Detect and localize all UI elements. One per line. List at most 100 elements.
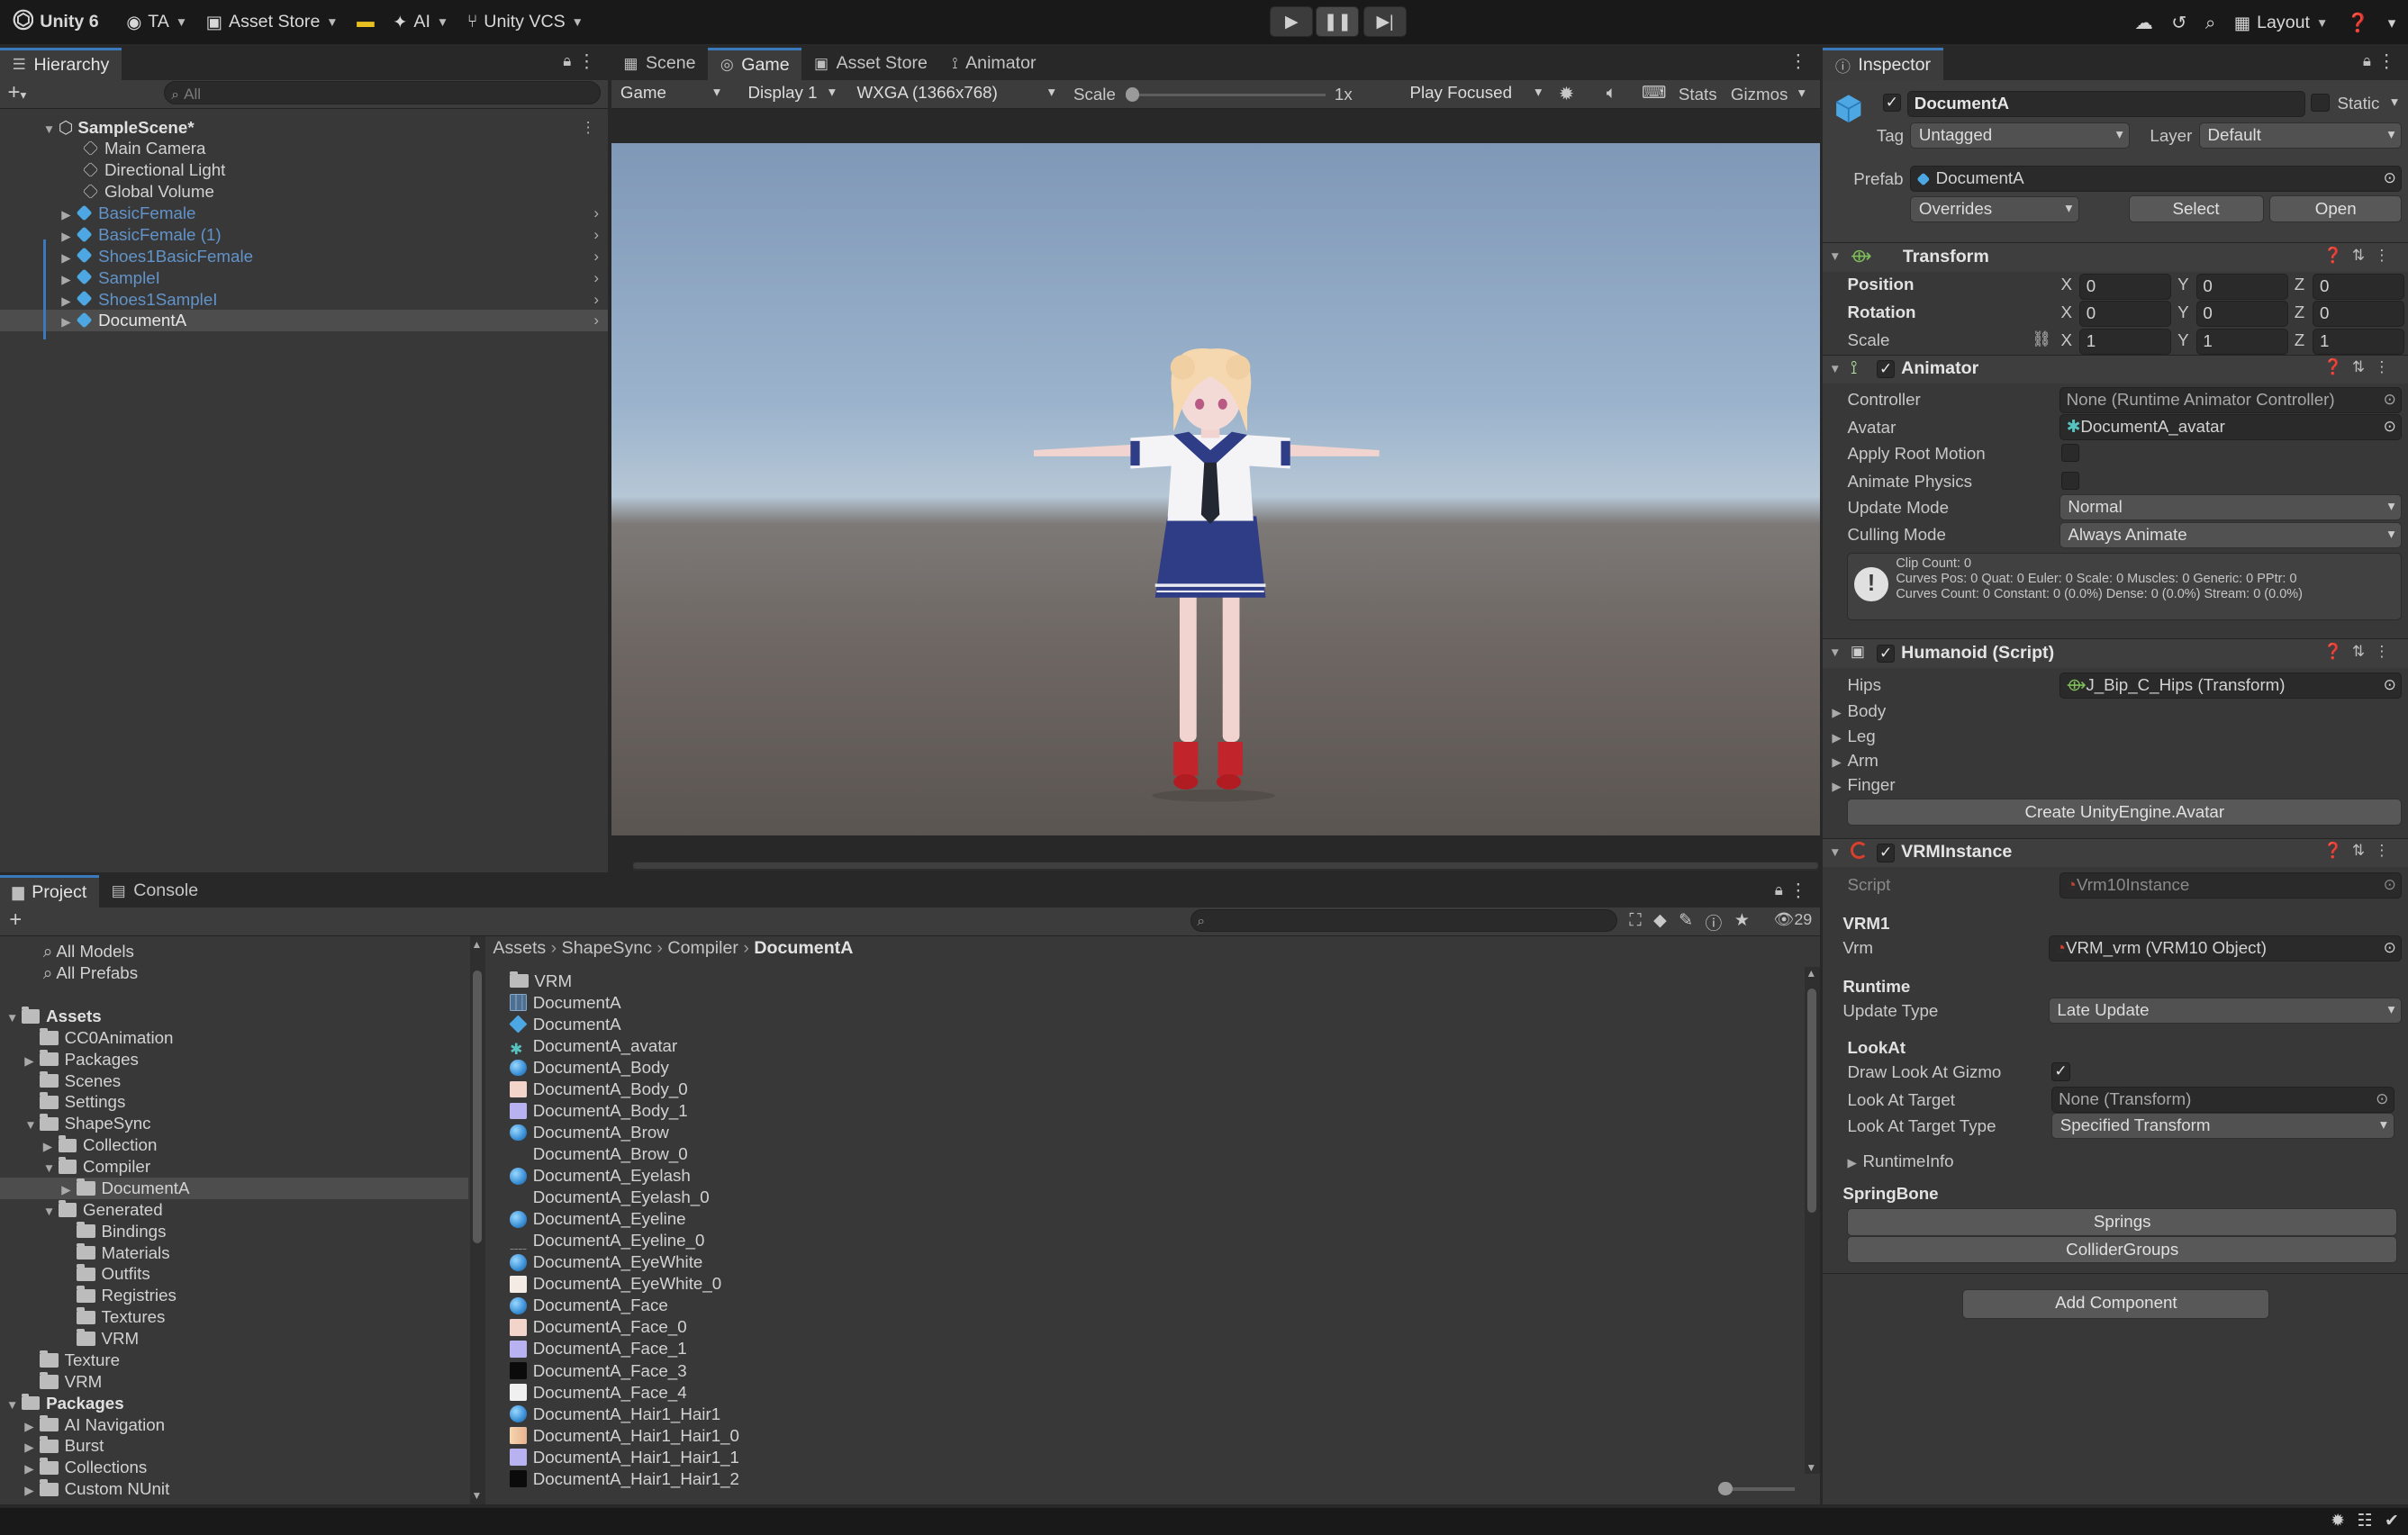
scale-slider-handle[interactable] [1125,87,1140,102]
create-asset-button[interactable]: + [9,907,22,933]
scene-menu-icon[interactable]: ⋮ [581,117,596,139]
hierarchy-item[interactable]: ▶ DocumentA › [0,310,609,332]
scale-slider[interactable] [1125,87,1326,102]
hierarchy-item[interactable]: Directional Light [0,159,608,181]
breadcrumb-item[interactable]: Assets [493,938,546,958]
cloud-icon[interactable]: ☁ [2134,12,2152,34]
game-viewport[interactable] [611,142,1820,835]
project-file-item[interactable]: DocumentA [485,992,1820,1014]
step-button[interactable]: ▶| [1363,5,1408,37]
project-tree-item[interactable]: Texture [0,1350,468,1371]
panel-menu-icon[interactable]: ⋮ [1789,50,1807,73]
rotation-z-field[interactable]: 0 [2313,301,2405,328]
settings-icon[interactable]: ▾ [2388,14,2396,32]
icon-size-slider-handle[interactable] [1718,1481,1733,1495]
project-tree-item[interactable]: Settings [0,1091,468,1113]
favorite-search-item[interactable]: ⌕ All Prefabs [0,962,468,984]
hierarchy-item[interactable]: ▶ Shoes1BasicFemale › [0,246,608,267]
project-tree-item[interactable]: Scenes [0,1070,468,1092]
filter-icon[interactable]: ✎ [1679,910,1693,935]
open-prefab-icon[interactable]: › [593,310,599,331]
update-mode-dropdown[interactable]: Normal [2059,494,2403,521]
tab-project[interactable]: ▆ Project [0,875,99,907]
project-file-item[interactable]: DocumentA_EyeWhite_0 [485,1273,1820,1295]
favorite-search-item[interactable]: ⌕ All Models [0,941,468,962]
object-name-field[interactable]: DocumentA [1906,90,2305,117]
mute-audio-icon[interactable]: 🔈︎ [1607,83,1616,103]
search-icon[interactable]: ⌕ [2205,13,2215,34]
avatar-field[interactable]: ✱DocumentA_avatar ⊙ [2059,414,2403,441]
stats-toggle[interactable]: Stats [1679,85,1717,104]
vrminstance-header[interactable]: ▼ ✓ VRMInstance ❓⇅⋮ [1823,838,2408,868]
project-tree-item[interactable]: VRM [0,1328,468,1350]
bug-icon[interactable]: ✹ [1559,83,1574,105]
animator-enabled-checkbox[interactable]: ✓ [1876,360,1896,379]
lock-icon[interactable]: 🔒︎ [2363,52,2371,70]
breadcrumb-item[interactable]: ShapeSync [562,938,652,958]
hierarchy-item[interactable]: Global Volume [0,181,608,203]
tab-scene[interactable]: ▦ Scene [611,48,709,80]
project-file-item[interactable]: DocumentA_Face [485,1295,1820,1316]
favorite-icon[interactable]: ★ [1734,910,1750,935]
project-file-item[interactable]: DocumentA_Hair1_Hair1 [485,1404,1820,1425]
project-file-item[interactable]: DocumentA_Body [485,1057,1820,1079]
component-menu-icons[interactable]: ❓⇅⋮ [2323,358,2398,376]
humanoid-group-foldout[interactable]: ▶ Leg [1832,727,1875,746]
breadcrumb-item[interactable]: DocumentA [754,938,853,958]
tab-game[interactable]: ◎ Game [708,47,802,80]
open-button[interactable]: Open [2269,194,2403,223]
project-tree-item[interactable]: Textures [0,1306,468,1328]
humanoid-group-foldout[interactable]: ▶ Body [1832,701,1886,721]
update-type-dropdown[interactable]: Late Update [2048,998,2403,1025]
expand-arrow-icon[interactable]: ▶ [24,1480,40,1502]
project-search-input[interactable]: ⌕ [1190,908,1617,933]
project-file-item[interactable]: DocumentA_Hair1_Hair1_0 [485,1425,1820,1447]
overrides-dropdown[interactable]: Overrides [1910,196,2079,223]
hips-field[interactable]: ⟴J_Bip_C_Hips (Transform) ⊙ [2059,672,2403,699]
project-tree-item[interactable]: Registries [0,1285,468,1306]
constrain-proportions-icon[interactable]: ⛓ [2032,330,2051,348]
asset-store-dropdown[interactable]: ▣ Asset Store ▼ [196,5,347,40]
project-tree-item[interactable]: ▶ Packages [0,1049,468,1070]
project-file-item[interactable]: ✱ DocumentA_avatar [485,1035,1820,1058]
search-by-label-icon[interactable]: ◆ [1653,910,1666,935]
object-picker-icon[interactable]: ⊙ [2384,167,2396,190]
lookat-target-type-dropdown[interactable]: Specified Transform [2051,1113,2394,1140]
game-mode-dropdown[interactable]: Game [612,81,727,108]
add-object-button[interactable]: +▾ [8,80,27,105]
tab-console[interactable]: ▤ Console [99,875,211,907]
panel-menu-icon[interactable]: ⋮ [577,50,595,73]
project-tree-item[interactable]: ▶ AI Navigation [0,1414,468,1436]
collider-groups-button[interactable]: ColliderGroups [1847,1235,2397,1264]
breadcrumb-item[interactable]: Compiler [667,938,738,958]
static-checkbox[interactable] [2311,94,2330,113]
lock-icon[interactable]: 🔒︎ [1775,881,1783,899]
project-tree-item[interactable]: ▶ Collection [0,1134,468,1156]
add-component-button[interactable]: Add Component [1962,1289,2270,1319]
expand-arrow-icon[interactable]: ▼ [43,119,59,140]
gizmos-dropdown-icon[interactable]: ▾ [1798,85,1806,102]
expand-arrow-icon[interactable]: ▶ [24,1416,40,1438]
lock-icon[interactable]: 🔒︎ [563,52,571,70]
object-picker-icon[interactable]: ⊙ [2384,415,2396,438]
expand-arrow-icon[interactable]: ▼ [6,1395,22,1416]
prefab-field[interactable]: DocumentA ⊙ [1910,166,2403,193]
project-tree-item[interactable]: Materials [0,1242,468,1264]
notification-button[interactable]: ▬ [348,5,384,40]
expand-arrow-icon[interactable]: ▶ [24,1051,40,1072]
humanoid-header[interactable]: ▼ ▣ ✓ Humanoid (Script) ❓⇅⋮ [1823,638,2408,668]
project-file-item[interactable]: DocumentA_Face_1 [485,1338,1820,1359]
project-tree-item[interactable]: ▼ Compiler [0,1156,468,1178]
object-picker-icon[interactable]: ⊙ [2376,1088,2388,1111]
project-file-item[interactable]: DocumentA_Brow [485,1122,1820,1143]
help-icon[interactable]: ❓ [2347,12,2369,34]
resolution-dropdown[interactable]: WXGA (1366x768) [849,81,1062,108]
hierarchy-item[interactable]: ▶ BasicFemale (1) › [0,224,608,246]
project-file-item[interactable]: DocumentA_Brow_0 [485,1143,1820,1165]
project-file-item[interactable]: DocumentA_Eyelash_0 [485,1187,1820,1208]
component-menu-icons[interactable]: ❓⇅⋮ [2323,842,2398,860]
files-vscrollbar[interactable]: ▲ ▼ [1804,967,1820,1475]
expand-arrow-icon[interactable]: ▼ [43,1201,59,1223]
ai-dropdown[interactable]: ✦ AI ▼ [384,5,458,40]
springs-button[interactable]: Springs [1847,1208,2397,1236]
